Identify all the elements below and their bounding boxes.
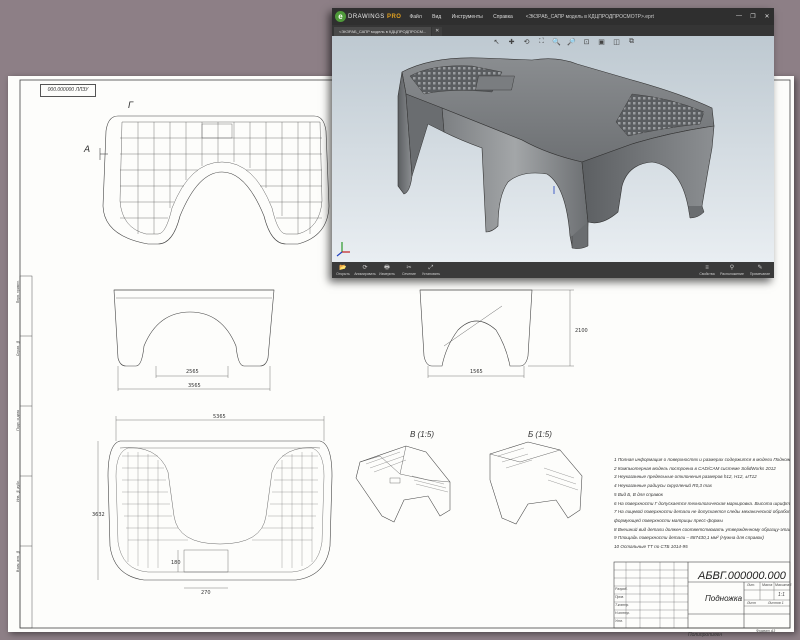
tb-label-scale: Масштаб: [775, 583, 792, 587]
isometric-view-c: [489, 441, 583, 525]
tb-sheet: Лист: [747, 601, 757, 605]
section-label-b: В (1:5): [410, 430, 435, 439]
tb-label-mass: Масса: [762, 583, 773, 587]
note-line: 5 Вид Б, В для справок: [614, 491, 663, 497]
bottom-toolbar: 📂 Открыть ⟳ Анимировать 🖶 Измерить ✂ Сечение…: [332, 262, 774, 278]
technical-notes: 1 Полная информация о поверхностях и раз…: [614, 456, 790, 552]
side-stamp: [19, 275, 33, 629]
side-stamp-text: Взам. инв. №: [16, 550, 20, 572]
menu-tools[interactable]: Инструменты: [452, 14, 483, 20]
section-label-c: Б (1:5): [528, 430, 552, 439]
bottom-tool-label: Открыть: [336, 271, 350, 276]
bottom-tool-label: Установить: [421, 271, 441, 276]
menu-bar: Файл Вид Инструменты Справка: [409, 14, 521, 20]
bottom-tool-label: Свойства: [699, 271, 715, 276]
expand-icon: ⤢: [428, 264, 434, 271]
open-button[interactable]: 📂 Открыть: [332, 265, 354, 276]
tb-label-lit: Лит.: [747, 583, 756, 587]
close-icon[interactable]: ✕: [760, 13, 774, 20]
side-stamp-text: Справ. №: [16, 340, 20, 357]
side-view: [419, 289, 574, 378]
tb-role: Утв.: [615, 619, 623, 623]
bottom-tool-label: Примечание: [749, 271, 771, 276]
properties-icon: ≡: [705, 264, 709, 271]
minimize-icon[interactable]: —: [732, 13, 746, 20]
isometric-view-b: [355, 445, 451, 523]
install-button[interactable]: ⤢ Установить: [420, 265, 442, 276]
front-view: [113, 289, 275, 391]
tb-scale: 1:1: [778, 592, 785, 598]
tab-close-icon[interactable]: ✕: [432, 27, 443, 36]
side-stamp-text: Подп. и дата: [16, 410, 20, 431]
logo-pro: PRO: [386, 13, 402, 20]
section-icon: ✂: [406, 264, 412, 271]
note-line: 8 Внешний вид детали должен соответствов…: [614, 526, 790, 532]
tb-role: Разраб.: [615, 587, 628, 591]
dim-side-height: 2100: [575, 328, 588, 334]
bottom-plan-view: [97, 416, 333, 589]
bottom-tool-label: Расположение: [720, 271, 744, 276]
tb-format: Формат A3: [756, 629, 776, 633]
top-view: [99, 115, 330, 245]
note-line: 1 Полная информация о поверхностях и раз…: [614, 457, 790, 462]
note-line: 4 Неуказанные радиусы скруглений R0,3 ma…: [614, 483, 712, 489]
maximize-icon[interactable]: ❐: [746, 13, 760, 20]
side-stamp-text: Перв. примен.: [16, 280, 20, 304]
bottom-tool-label: Измерить: [379, 271, 395, 276]
note-line: формующей поверхности матрицы пресс-форм…: [614, 517, 723, 523]
detail-label-g: Г: [128, 101, 134, 111]
note-line: 9 Площадь поверхности детали – 887430,1 …: [614, 535, 764, 541]
edrawings-window: e DRAWINGS PRO Файл Вид Инструменты Спра…: [332, 8, 774, 278]
drawing-material: Полипропилен: [688, 632, 723, 638]
edrawings-logo: e DRAWINGS PRO: [335, 11, 401, 22]
section-button[interactable]: ✂ Сечение: [398, 265, 420, 276]
properties-button[interactable]: ≡ Свойства: [696, 265, 718, 276]
note-line: 3 Неуказанные предельные отклонения разм…: [614, 474, 757, 480]
bottom-tool-label: Сечение: [402, 271, 416, 276]
measure-icon: 🖶: [384, 264, 390, 271]
animate-icon: ⟳: [362, 264, 368, 271]
note-button[interactable]: ✎ Примечание: [746, 265, 774, 276]
dim-plan-width: 5365: [213, 414, 226, 420]
window-controls: — ❐ ✕: [732, 13, 774, 20]
side-stamp-text: Инв. № дубл.: [16, 480, 20, 502]
bottom-tool-label: Анимировать: [354, 271, 376, 276]
dim-top-width: 2565: [186, 369, 199, 375]
folder-icon: 📂: [339, 264, 347, 271]
dim-top-width2: 3565: [188, 383, 201, 389]
menu-file[interactable]: Файл: [409, 14, 421, 20]
dim-plan-small-w: 270: [201, 590, 211, 596]
tab-model[interactable]: <ЭКЗРАБ_САПР модель в КДЦПРОДПРОСМ...: [334, 27, 432, 36]
tb-role: Пров.: [615, 595, 625, 599]
title-bar: e DRAWINGS PRO Файл Вид Инструменты Спра…: [332, 8, 774, 25]
dim-plan-small-h: 180: [171, 560, 181, 566]
drawing-name: Подножка: [705, 594, 743, 603]
stool-3d-model: [336, 57, 715, 257]
drawing-code: АБВГ.000000.000: [698, 570, 786, 582]
tb-role: Н.контр.: [615, 611, 630, 615]
section-label-a: А: [83, 145, 90, 155]
edrawings-e-icon: e: [335, 11, 346, 22]
menu-view[interactable]: Вид: [432, 14, 441, 20]
tb-sheets: Листов 1: [768, 601, 784, 605]
note-line: 7 На лицевой поверхности детали не допус…: [614, 509, 790, 515]
logo-text: DRAWINGS: [348, 13, 385, 20]
note-line: 2 Компьютерная модель построена в CAD/CA…: [614, 465, 776, 471]
window-title: <ЭКЗРАБ_САПР модель в КДЦПРОДПРОСМОТР>.e…: [525, 13, 654, 20]
note-line: 6 На поверхности Г допускается технологи…: [614, 500, 790, 506]
location-button[interactable]: ⚲ Расположение: [718, 265, 746, 276]
menu-help[interactable]: Справка: [493, 14, 513, 20]
tb-role: Т.контр.: [615, 603, 630, 607]
location-icon: ⚲: [729, 264, 735, 271]
note-line: 10 Остальные ТТ по СТБ 1014-95: [614, 544, 688, 550]
3d-viewport[interactable]: ↖ ✚ ⟲ ⛶ 🔍 🔎 ⊡ ▣ ◫ ⧉: [332, 36, 774, 262]
note-icon: ✎: [757, 264, 763, 271]
dim-side-width: 1565: [470, 369, 483, 375]
tab-bar: <ЭКЗРАБ_САПР модель в КДЦПРОДПРОСМ... ✕: [332, 25, 774, 36]
measure-button[interactable]: 🖶 Измерить: [376, 265, 398, 276]
bottom-right-tools: ≡ Свойства ⚲ Расположение ✎ Примечание: [696, 265, 774, 276]
axis-triad: [336, 242, 350, 257]
animate-button[interactable]: ⟳ Анимировать: [354, 265, 376, 276]
dim-plan-height: 3632: [92, 512, 105, 518]
